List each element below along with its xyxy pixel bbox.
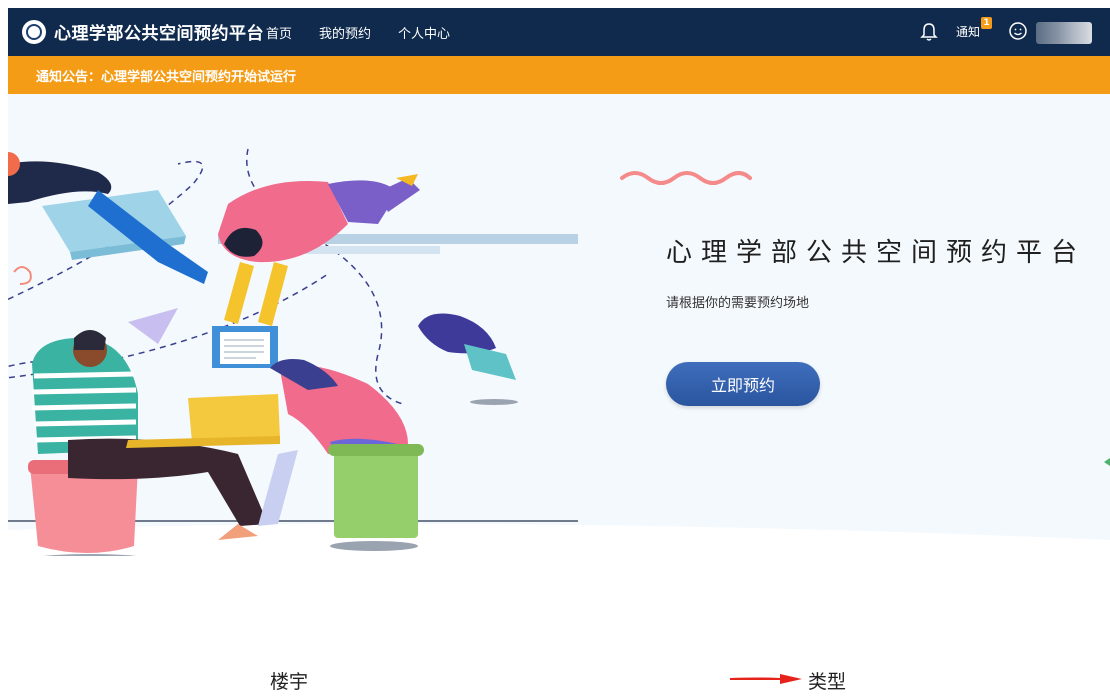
- nav-my-bookings[interactable]: 我的预约: [319, 23, 371, 42]
- announcement-bar: 通知公告：心理学部公共空间预约开始试运行: [8, 56, 1110, 94]
- red-arrow-icon: [730, 674, 802, 684]
- notification-link[interactable]: 通知: [956, 23, 980, 40]
- top-navbar: 心理学部公共空间预约平台 首页 我的预约 个人中心 通知 1: [8, 8, 1110, 56]
- announcement-text[interactable]: 通知公告：心理学部公共空间预约开始试运行: [36, 66, 296, 85]
- nav-home[interactable]: 首页: [266, 23, 292, 42]
- logo-emblem-icon[interactable]: [22, 20, 46, 44]
- notification-badge: 1: [981, 17, 992, 29]
- user-name-blurred[interactable]: [1036, 22, 1092, 44]
- hero-illustration: [8, 148, 1110, 556]
- nav-personal-center[interactable]: 个人中心: [398, 23, 450, 42]
- book-now-button[interactable]: 立即预约: [666, 362, 820, 406]
- user-face-icon[interactable]: [1008, 21, 1028, 41]
- bell-icon[interactable]: [920, 22, 938, 42]
- hero-banner: 心理学部公共空间预约平台 请根据你的需要预约场地 立即预约: [8, 94, 1110, 556]
- hero-title: 心理学部公共空间预约平台: [666, 238, 1087, 268]
- hero-subtitle: 请根据你的需要预约场地: [666, 296, 810, 311]
- brand-title[interactable]: 心理学部公共空间预约平台: [54, 19, 264, 44]
- type-section-label[interactable]: 类型: [808, 667, 846, 694]
- building-section-label[interactable]: 楼宇: [270, 667, 308, 694]
